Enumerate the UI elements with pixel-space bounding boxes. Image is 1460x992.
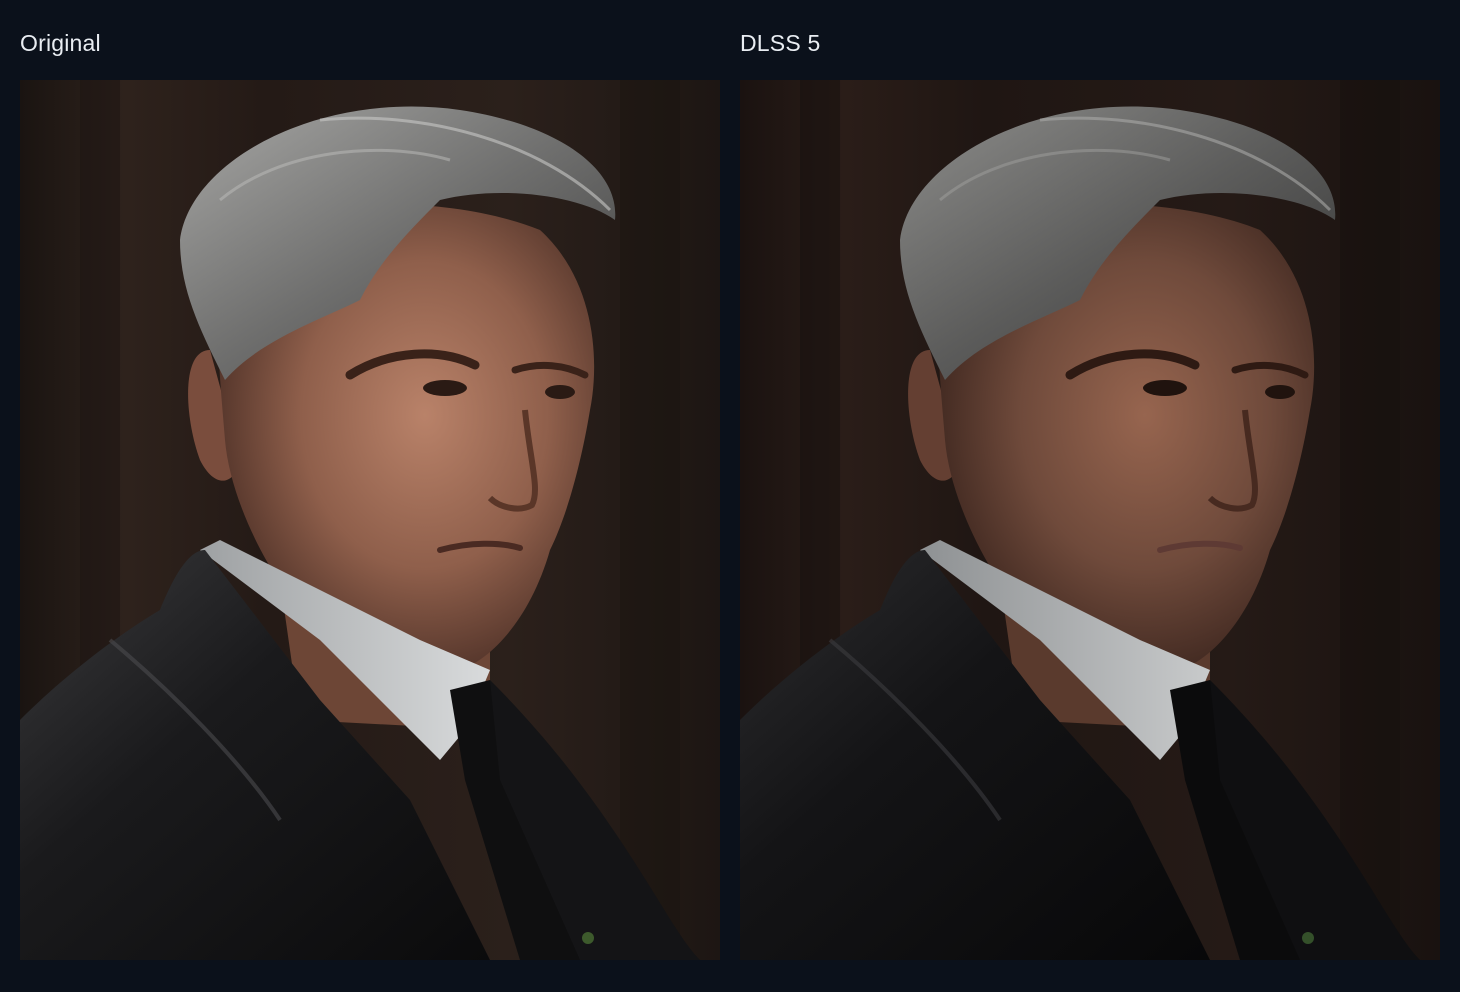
panel-label-dlss5: DLSS 5 [740,30,821,56]
portrait-original-svg [20,80,720,960]
panel-dlss5: DLSS 5 [740,0,1440,992]
panel-label-original: Original [20,30,101,56]
image-dlss5 [740,80,1440,960]
comparison-view: Original DLSS 5 [0,0,1460,992]
image-original [20,80,720,960]
panel-original: Original [20,0,720,992]
portrait-dlss5-svg [740,80,1440,960]
